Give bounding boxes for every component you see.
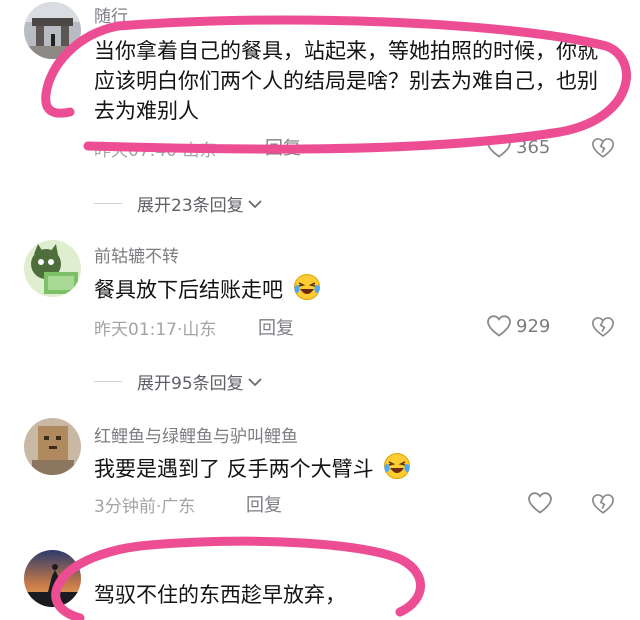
avatar[interactable] xyxy=(24,418,81,475)
comment-time-location: 昨天07:40·山东 xyxy=(94,141,217,161)
dislike-button[interactable] xyxy=(591,492,615,520)
avatar[interactable] xyxy=(24,550,81,607)
chevron-down-icon xyxy=(248,199,262,208)
comment-text-content: 餐具放下后结账走吧 xyxy=(94,278,283,302)
divider xyxy=(94,381,122,382)
like-count: 929 xyxy=(516,315,551,337)
comment-text: 当你拿着自己的餐具，站起来，等她拍照的时候，你就应该明白你们两个人的结局是啥？别… xyxy=(94,39,598,123)
expand-replies-button[interactable]: 展开23条回复 xyxy=(94,191,263,216)
comment-username[interactable]: 红鲤鱼与绿鲤鱼与驴叫鲤鱼 xyxy=(94,422,298,447)
comment-text: 驾驭不住的东西趁早放弃， xyxy=(94,583,346,607)
avatar[interactable] xyxy=(24,2,81,59)
like-button[interactable] xyxy=(527,491,557,515)
reply-button[interactable]: 回复 xyxy=(265,134,301,160)
comment-item: 红鲤鱼与绿鲤鱼与驴叫鲤鱼 我要是遇到了 反手两个大臂斗 3分钟前·广东 回复 xyxy=(0,418,640,528)
comment-username[interactable]: 前轱辘不转 xyxy=(94,242,179,267)
expand-replies-button[interactable]: 展开95条回复 xyxy=(94,369,263,394)
divider xyxy=(94,203,122,204)
dislike-button[interactable] xyxy=(591,315,615,343)
comment-text-content: 我要是遇到了 反手两个大臂斗 xyxy=(94,457,374,481)
heart-icon xyxy=(528,492,552,514)
comment-item: 驾驭不住的东西趁早放弃， xyxy=(0,546,640,620)
dislike-button[interactable] xyxy=(591,136,615,164)
heart-icon xyxy=(487,315,511,337)
broken-heart-icon xyxy=(592,317,614,337)
broken-heart-icon xyxy=(592,494,614,514)
comment-time-location: 3分钟前·广东 xyxy=(94,497,196,517)
expand-replies-label: 展开23条回复 xyxy=(137,196,244,216)
laughing-emoji-icon xyxy=(292,273,322,309)
sunset-silhouette-icon xyxy=(24,550,81,607)
broken-heart-icon xyxy=(592,138,614,158)
avatar[interactable] xyxy=(24,240,81,297)
laughing-emoji-icon xyxy=(382,452,412,488)
like-button[interactable]: 365 xyxy=(486,135,550,159)
like-count: 365 xyxy=(516,136,551,158)
reply-button[interactable]: 回复 xyxy=(246,491,282,517)
comment-username[interactable]: 随行 xyxy=(94,2,128,27)
comment-time-location: 昨天01:17·山东 xyxy=(94,320,217,340)
expand-replies-label: 展开95条回复 xyxy=(137,374,244,394)
like-button[interactable]: 929 xyxy=(486,314,550,338)
paper-bag-cat-icon xyxy=(24,418,81,475)
reply-button[interactable]: 回复 xyxy=(258,314,294,340)
comment-text: 我要是遇到了 反手两个大臂斗 xyxy=(94,452,614,488)
heart-icon xyxy=(487,136,511,158)
cartoon-cat-icon xyxy=(24,240,81,297)
gate-photo-icon xyxy=(24,2,81,59)
comment-text: 餐具放下后结账走吧 xyxy=(94,273,614,309)
chevron-down-icon xyxy=(248,377,262,386)
comment-item: 随行 当你拿着自己的餐具，站起来，等她拍照的时候，你就应该明白你们两个人的结局是… xyxy=(0,0,640,225)
comment-item: 前轱辘不转 餐具放下后结账走吧 昨天01:17·山东 回复 929 展开95条回… xyxy=(0,238,640,398)
